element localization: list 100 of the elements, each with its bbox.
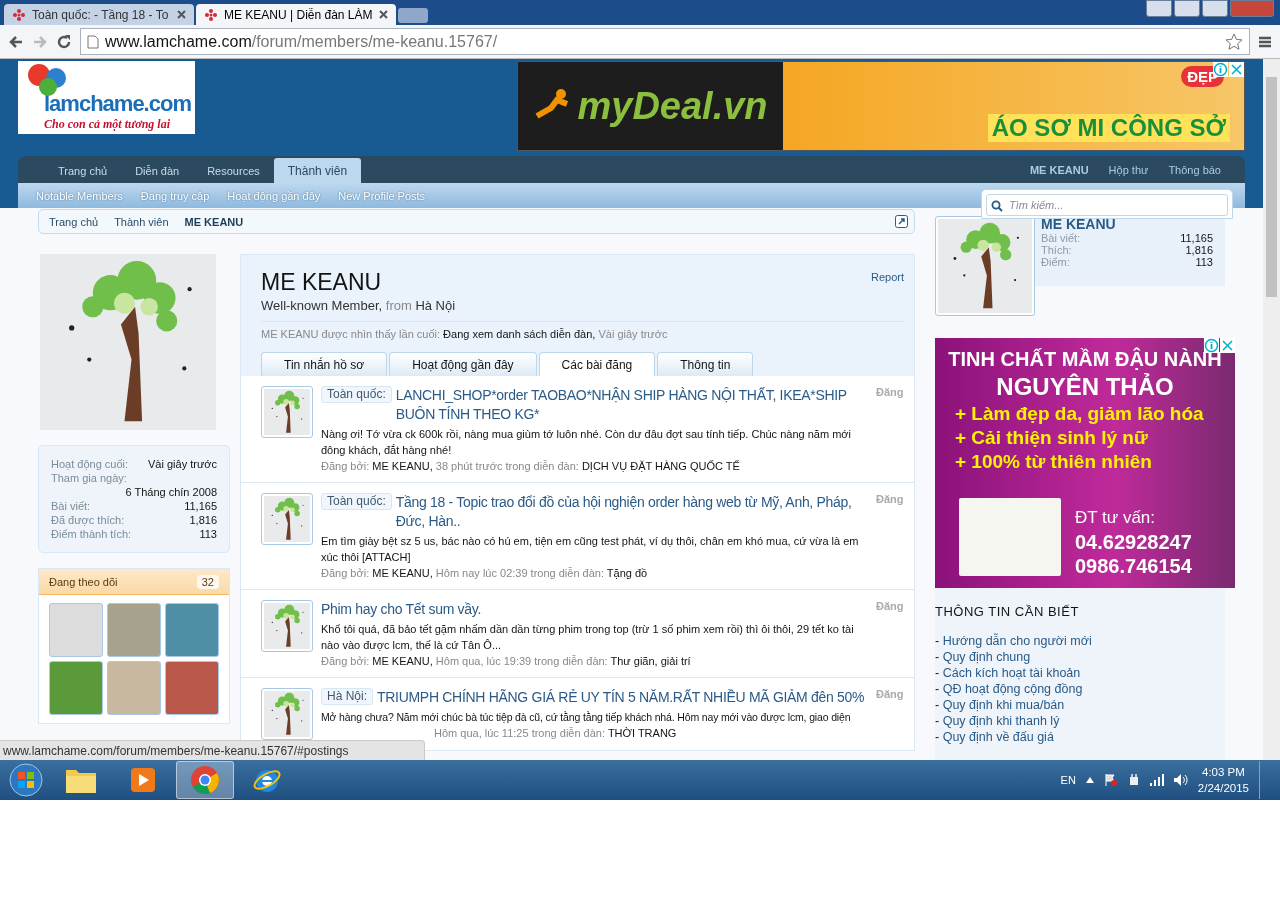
clock[interactable]: 4:03 PM 2/24/2015	[1197, 764, 1249, 796]
profile-tab[interactable]: Hoạt động gần đây	[389, 352, 537, 376]
info-item: - Hướng dẫn cho người mới	[935, 633, 1093, 649]
stat-value: 6 Tháng chín 2008	[124, 486, 217, 498]
stat-label: Điểm thành tích:	[51, 528, 132, 540]
info-link[interactable]: QĐ hoạt động cộng đồng	[942, 682, 1083, 696]
post-avatar[interactable]	[261, 493, 313, 545]
logo-tagline: Cho con cả một tương lai	[44, 117, 171, 132]
stat-value: 11,165	[1180, 232, 1213, 244]
ad-heading: NGUYÊN THẢO	[995, 372, 1175, 402]
brand-text: myDeal.vn	[577, 84, 768, 128]
panel-title: THÔNG TIN CẦN BIẾT	[935, 604, 1080, 619]
nav-tab[interactable]: Resources	[193, 158, 274, 183]
media-player-icon	[129, 766, 157, 794]
ad-headline: ÁO SƠ MI CÔNG SỞ	[987, 114, 1230, 142]
post-avatar[interactable]	[261, 688, 313, 740]
info-link[interactable]: Quy định về đấu giá	[942, 730, 1054, 744]
user-name[interactable]: ME KEANU	[1041, 216, 1213, 232]
info-item: - Quy định chung	[935, 649, 1032, 665]
profile-tab[interactable]: Các bài đăng	[538, 352, 656, 376]
user-button[interactable]	[1146, 0, 1172, 17]
panel-title: Đang theo dõi	[49, 575, 118, 588]
ad-heading: TINH CHẤT MẦM ĐẬU NÀNH	[947, 346, 1223, 372]
tree-drawing	[264, 496, 310, 542]
post-title-link[interactable]: TRIUMPH CHÍNH HÃNG GIÁ RẺ UY TÍN 5 NĂM.RẤT NHIỀU MÃ GIẢM đên 50%	[377, 688, 868, 707]
stat-label: Đã được thích:	[51, 514, 126, 526]
reload-icon[interactable]	[56, 33, 72, 50]
ad-benefit: + Cải thiện sinh lý nữ	[954, 426, 1149, 450]
browser-tab[interactable]: Toàn quốc: - Tầng 18 - To	[4, 4, 194, 25]
flower-icon	[12, 7, 26, 22]
post-side-label: Đăng	[876, 600, 905, 614]
info-link[interactable]: Quy định khi thanh lý	[942, 714, 1060, 728]
photo-placeholder[interactable]	[165, 661, 219, 715]
info-item: - Cách kích hoạt tài khoản	[935, 665, 1082, 681]
post-title-link[interactable]: Tầng 18 - Topic trao đổi đồ của hội nghiện order hàng web từ Mỹ, Anh, Pháp, Đức, Hàn..	[395, 493, 868, 531]
tree-drawing	[264, 603, 310, 649]
post-snippet: Em tìm giày bệt sz 5 us, bác nào có hú em, tiện em cũng test phát, ví dụ thôi, chân em khó mua, cứ vừa là em xúc thôi [ATTACH]	[321, 534, 860, 565]
prefix-tag[interactable]: Hà Nội:	[321, 688, 373, 705]
flower-icon	[204, 7, 218, 22]
breadcrumb-link[interactable]: Trang chủ	[49, 215, 99, 228]
profile-subtitle: Well-known Member, from Hà Nội	[261, 298, 457, 313]
report-link[interactable]: Report	[870, 271, 904, 283]
star-icon[interactable]	[1225, 32, 1243, 51]
post-title-link[interactable]: Phim hay cho Tết sum vầy.	[321, 600, 868, 619]
address-bar[interactable]: www.lamchame.com/forum/members/me-keanu.15767/	[80, 28, 1250, 55]
speaker-icon[interactable]	[1173, 774, 1188, 786]
flag-icon[interactable]	[1103, 773, 1118, 787]
breadcrumb-link[interactable]: Thành viên	[114, 215, 169, 228]
prefix-tag[interactable]: Toàn quốc:	[321, 386, 392, 403]
nav-tab[interactable]: Thành viên	[273, 158, 362, 183]
windows-logo-icon	[9, 763, 43, 797]
nav-tab[interactable]: Diễn đàn	[121, 158, 194, 183]
prefix-tag[interactable]: Toàn quốc:	[321, 493, 392, 510]
maximize-button[interactable]	[1202, 0, 1228, 17]
close-icon[interactable]	[378, 10, 388, 19]
post-snippet: Nàng ơi! Tớ vừa ck 600k rồi, nàng mua giùm tớ luôn nhé. Còn dư đâu đợt sau tính tiếp. Chúc nàng năm mới đông khách, đắt hàng nhé!	[321, 427, 852, 458]
ad-contact-label: ĐT tư vấn:	[1075, 507, 1157, 529]
caret-icon[interactable]	[1085, 777, 1094, 783]
ad-banner[interactable]: TINH CHẤT MẦM ĐẬU NÀNH NGUYÊN THẢO + Làm đẹp da, giảm lão hóa + Cải thiện sinh lý nữ + 100% từ thiên nhiên ĐT tư vấn: 04.62928247 0986.746154	[935, 338, 1235, 588]
external-link-icon[interactable]	[895, 215, 908, 228]
language-indicator[interactable]: EN	[1060, 774, 1076, 786]
back-icon[interactable]	[8, 33, 24, 50]
chrome-icon	[190, 765, 220, 795]
stat-value: 11,165	[183, 500, 217, 512]
site-logo[interactable]: lamchame.com Cho con cả một tương lai	[18, 61, 195, 134]
user-nav-link[interactable]: Thông báo	[1168, 163, 1221, 176]
info-link[interactable]: Quy định chung	[942, 650, 1031, 664]
nav-tab[interactable]: Trang chủ	[44, 158, 122, 183]
search-field[interactable]: Tìm kiếm...	[981, 189, 1233, 219]
last-seen-text: ME KEANU được nhìn thấy lần cuối: Đang xem danh sách diễn đàn, Vài giây trước	[261, 321, 904, 346]
post-avatar[interactable]	[261, 386, 313, 438]
user-nav-link[interactable]: Hộp thư	[1108, 163, 1149, 176]
browser-tab[interactable]: ME KEANU | Diễn đàn LÀM	[196, 4, 396, 25]
post-avatar[interactable]	[261, 600, 313, 652]
new-tab-button[interactable]	[397, 8, 428, 23]
info-link[interactable]: Cách kích hoạt tài khoản	[942, 666, 1081, 680]
info-link[interactable]: Hướng dẫn cho người mới	[942, 634, 1092, 648]
tree-drawing	[264, 691, 310, 737]
stat-label: Điểm:	[1041, 256, 1070, 268]
close-icon[interactable]	[177, 10, 186, 19]
scrollbar[interactable]	[1263, 59, 1280, 760]
info-link[interactable]: Quy định khi mua/bán	[942, 698, 1065, 712]
plug-icon[interactable]	[1127, 773, 1140, 787]
post-side-label: Đăng	[876, 493, 905, 507]
post-meta: Đăng bởi: ME KEANU, 38 phút trước trong diễn đàn: DỊCH VỤ ĐẶT HÀNG QUỐC TẾ	[321, 460, 741, 472]
menu-icon[interactable]	[1258, 34, 1272, 49]
post-snippet: Khổ tôi quá, đã bảo tết gặm nhấm dần dần từng phim trong top (trừ 1 số phim xem rồi) thì ôi thôi, 29 tết ko tài nào vào được lcm, thế là cứ Tân Ô...	[321, 622, 855, 653]
tab-title: ME KEANU | Diễn đàn LÀM	[224, 7, 373, 22]
profile-tab[interactable]: Thông tin	[657, 352, 754, 376]
tree-drawing	[264, 389, 310, 435]
breadcrumb-link[interactable]: ME KEANU	[184, 215, 244, 228]
post-meta: Đăng bởi: ME KEANU, Hôm qua, lúc 19:39 trong diễn đàn: Thư giãn, giải trí	[321, 655, 692, 667]
ad-benefit: + Làm đẹp da, giảm lão hóa	[954, 402, 1205, 426]
profile-tab[interactable]: Tin nhắn hồ sơ	[261, 352, 388, 376]
stat-value: 113	[1195, 256, 1213, 268]
post-snippet: Mở hàng chưa? Năm mới chúc bà túc tiệp đà cũ, cứ tằng tằng tiếp khách nhá. Hôm nay mới vào được lcm, giao diện	[321, 710, 852, 725]
user-nav-link[interactable]: ME KEANU	[1029, 163, 1089, 176]
minimize-button[interactable]	[1174, 0, 1200, 17]
post-title-link[interactable]: LANCHI_SHOP*order TAOBAO*NHẬN SHIP HÀNG NỘI THẤT, IKEA*SHIP BUÔN TÍNH THEO KG*	[395, 386, 868, 424]
signal-icon[interactable]	[1149, 774, 1164, 786]
